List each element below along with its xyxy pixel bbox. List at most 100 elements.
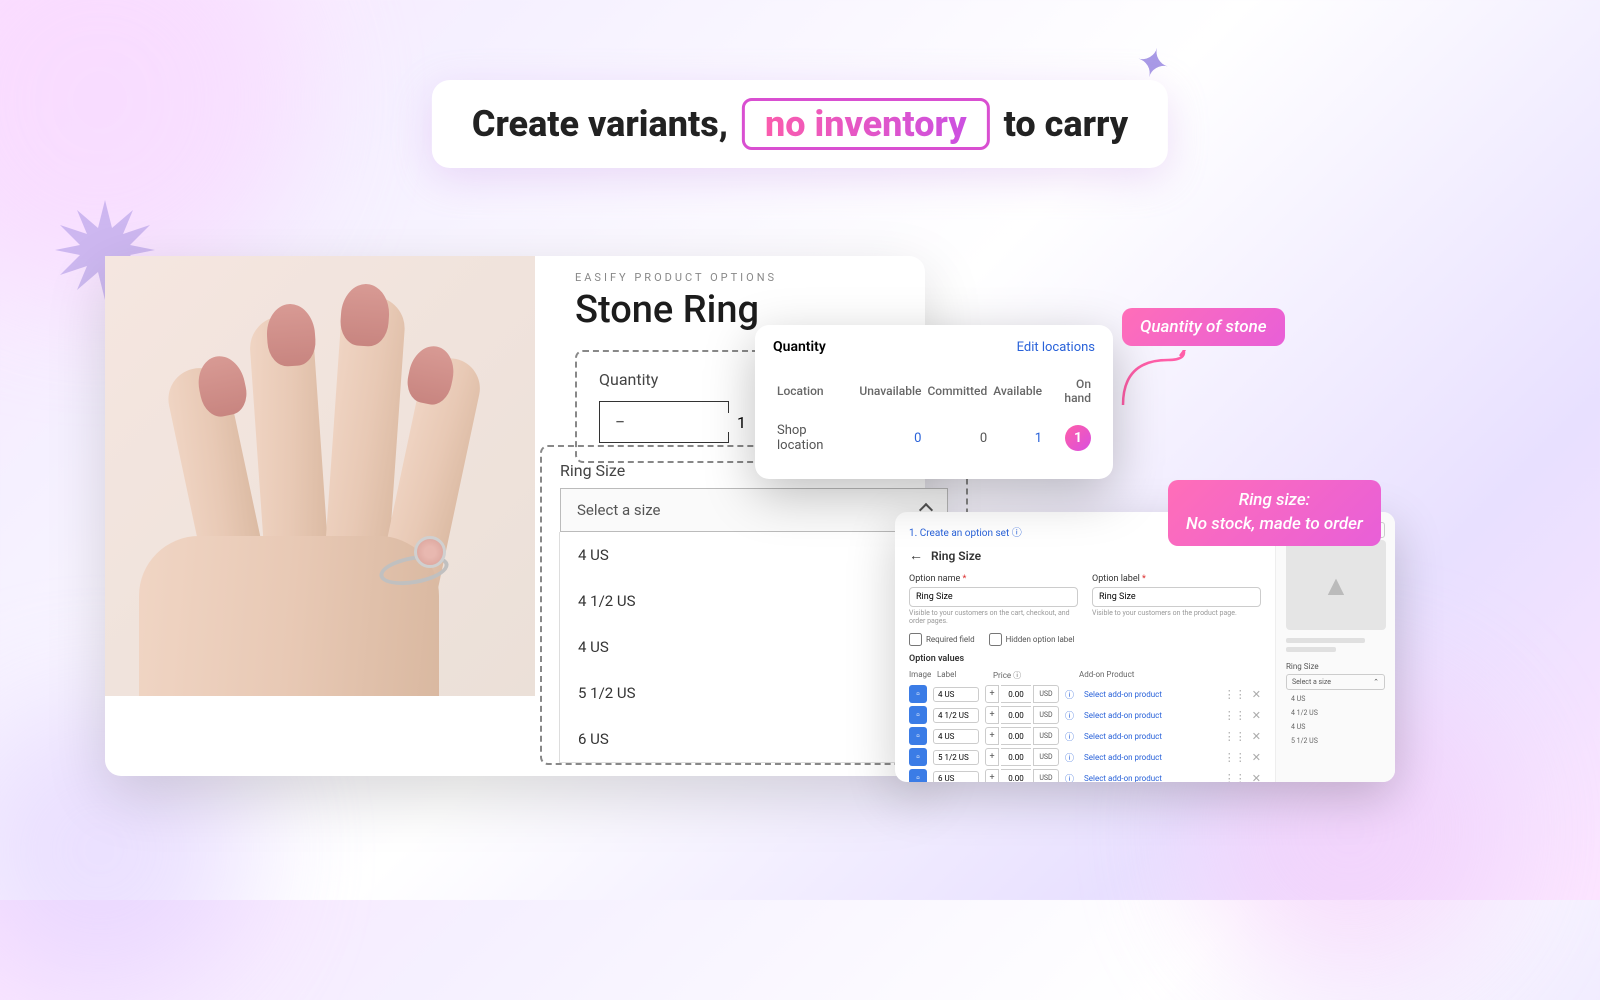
select-addon-link[interactable]: Select add-on product xyxy=(1084,774,1162,783)
price-plus-icon[interactable]: + xyxy=(985,727,999,745)
ring-size-placeholder: Select a size xyxy=(577,501,661,519)
arrow-icon xyxy=(1118,350,1198,410)
delete-icon[interactable]: ✕ xyxy=(1252,751,1261,764)
cell-committed: 0 xyxy=(925,413,989,463)
drag-icon[interactable]: ⋮⋮ xyxy=(1224,751,1246,764)
option-image-icon[interactable]: ▫ xyxy=(909,727,927,745)
preview-select[interactable]: Select a size⌃ xyxy=(1286,674,1385,690)
option-image-icon[interactable]: ▫ xyxy=(909,769,927,782)
preview-option[interactable]: 5 1/2 US xyxy=(1286,734,1385,748)
option-values-label: Option values xyxy=(909,654,1261,664)
ring-size-option[interactable]: 4 US xyxy=(560,532,948,578)
info-icon: ⓘ xyxy=(1012,528,1022,539)
option-value-row: ▫ + USD ⓘ Select add-on product ⋮⋮ ✕ xyxy=(909,769,1261,782)
required-checkbox[interactable]: Required field xyxy=(909,633,975,646)
select-addon-link[interactable]: Select add-on product xyxy=(1084,753,1162,762)
price-input[interactable] xyxy=(1001,727,1031,745)
option-label-help: Visible to your customers on the product… xyxy=(1092,609,1261,617)
preview-option[interactable]: 4 US xyxy=(1286,692,1385,706)
ring-size-select[interactable]: Select a size xyxy=(560,488,948,532)
select-addon-link[interactable]: Select add-on product xyxy=(1084,732,1162,741)
option-label-input[interactable] xyxy=(933,771,979,783)
ring-size-option[interactable]: 4 US xyxy=(560,624,948,670)
currency-label: USD xyxy=(1033,685,1059,703)
col-image: Image xyxy=(909,670,927,681)
inventory-card: Quantity Edit locations Location Unavail… xyxy=(755,325,1113,479)
price-plus-icon[interactable]: + xyxy=(985,685,999,703)
drag-icon[interactable]: ⋮⋮ xyxy=(1224,730,1246,743)
option-label-input[interactable] xyxy=(933,750,979,765)
col-unavailable: Unavailable xyxy=(857,371,923,411)
callout-quantity: Quantity of stone xyxy=(1122,308,1285,346)
price-plus-icon[interactable]: + xyxy=(985,706,999,724)
info-icon: ⓘ xyxy=(1065,730,1074,743)
delete-icon[interactable]: ✕ xyxy=(1252,709,1261,722)
ring-size-option[interactable]: 6 US xyxy=(560,716,948,762)
price-input[interactable] xyxy=(1001,748,1031,766)
delete-icon[interactable]: ✕ xyxy=(1252,730,1261,743)
preview-option[interactable]: 4 1/2 US xyxy=(1286,706,1385,720)
quantity-stepper: − + xyxy=(599,401,729,443)
back-arrow-icon[interactable]: ← xyxy=(909,547,923,564)
qty-decrease-button[interactable]: − xyxy=(600,402,640,442)
option-label-input[interactable] xyxy=(933,708,979,723)
callout-ring-line2: No stock, made to order xyxy=(1186,513,1363,537)
option-label-label: Option label * xyxy=(1092,574,1261,584)
callout-ring-line1: Ring size: xyxy=(1186,489,1363,513)
headline-pre: Create variants, xyxy=(472,103,728,145)
drag-icon[interactable]: ⋮⋮ xyxy=(1224,709,1246,722)
cell-onhand: 1 xyxy=(1046,413,1093,463)
headline-pill: Create variants, no inventory to carry xyxy=(432,80,1168,168)
admin-panel: 1. Create an option set ⓘ ← Ring Size Op… xyxy=(895,512,1395,782)
select-addon-link[interactable]: Select add-on product xyxy=(1084,690,1162,699)
option-image-icon[interactable]: ▫ xyxy=(909,748,927,766)
drag-icon[interactable]: ⋮⋮ xyxy=(1224,772,1246,783)
option-name-help: Visible to your customers on the cart, c… xyxy=(909,609,1078,625)
col-price: Price ⓘ xyxy=(993,670,1069,681)
ring-size-option[interactable]: 5 1/2 US xyxy=(560,670,948,716)
inventory-title: Quantity xyxy=(773,339,826,355)
drag-icon[interactable]: ⋮⋮ xyxy=(1224,688,1246,701)
col-label: Label xyxy=(937,670,983,681)
headline-highlight: no inventory xyxy=(742,98,990,150)
option-image-icon[interactable]: ▫ xyxy=(909,685,927,703)
inventory-row: Shop location 0 0 1 1 xyxy=(775,413,1093,463)
delete-icon[interactable]: ✕ xyxy=(1252,688,1261,701)
price-input[interactable] xyxy=(1001,706,1031,724)
col-onhand: On hand xyxy=(1046,371,1093,411)
col-addon: Add-on Product xyxy=(1079,670,1134,681)
ring-size-option[interactable]: 4 1/2 US xyxy=(560,578,948,624)
option-label-input[interactable] xyxy=(1092,587,1261,607)
info-icon: ⓘ xyxy=(1065,709,1074,722)
edit-locations-link[interactable]: Edit locations xyxy=(1017,340,1095,355)
preview-ring-label: Ring Size xyxy=(1286,662,1385,671)
option-value-row: ▫ + USD ⓘ Select add-on product ⋮⋮ ✕ xyxy=(909,685,1261,703)
price-input[interactable] xyxy=(1001,769,1031,782)
info-icon: ⓘ xyxy=(1065,772,1074,783)
delete-icon[interactable]: ✕ xyxy=(1252,772,1261,783)
price-plus-icon[interactable]: + xyxy=(985,748,999,766)
currency-label: USD xyxy=(1033,727,1059,745)
option-value-row: ▫ + USD ⓘ Select add-on product ⋮⋮✕ xyxy=(909,706,1261,724)
option-label-input[interactable] xyxy=(933,729,979,744)
col-location: Location xyxy=(775,371,855,411)
option-value-row: ▫ + USD ⓘ Select add-on product ⋮⋮ ✕ xyxy=(909,748,1261,766)
callout-ring-size: Ring size: No stock, made to order xyxy=(1168,480,1381,546)
info-icon: ⓘ xyxy=(1065,688,1074,701)
option-image-icon[interactable]: ▫ xyxy=(909,706,927,724)
currency-label: USD xyxy=(1033,748,1059,766)
price-plus-icon[interactable]: + xyxy=(985,769,999,782)
headline-post: to carry xyxy=(1004,103,1129,145)
info-icon: ⓘ xyxy=(1065,751,1074,764)
option-label-input[interactable] xyxy=(933,687,979,702)
cell-unavailable[interactable]: 0 xyxy=(857,413,923,463)
select-addon-link[interactable]: Select add-on product xyxy=(1084,711,1162,720)
option-name-input[interactable] xyxy=(909,587,1078,607)
preview-skeleton xyxy=(1286,638,1385,652)
currency-label: USD xyxy=(1033,769,1059,782)
price-input[interactable] xyxy=(1001,685,1031,703)
preview-option[interactable]: 4 US xyxy=(1286,720,1385,734)
cell-available[interactable]: 1 xyxy=(991,413,1044,463)
hidden-checkbox[interactable]: Hidden option label xyxy=(989,633,1075,646)
ring-size-dropdown: 4 US 4 1/2 US 4 US 5 1/2 US 6 US xyxy=(559,532,949,763)
